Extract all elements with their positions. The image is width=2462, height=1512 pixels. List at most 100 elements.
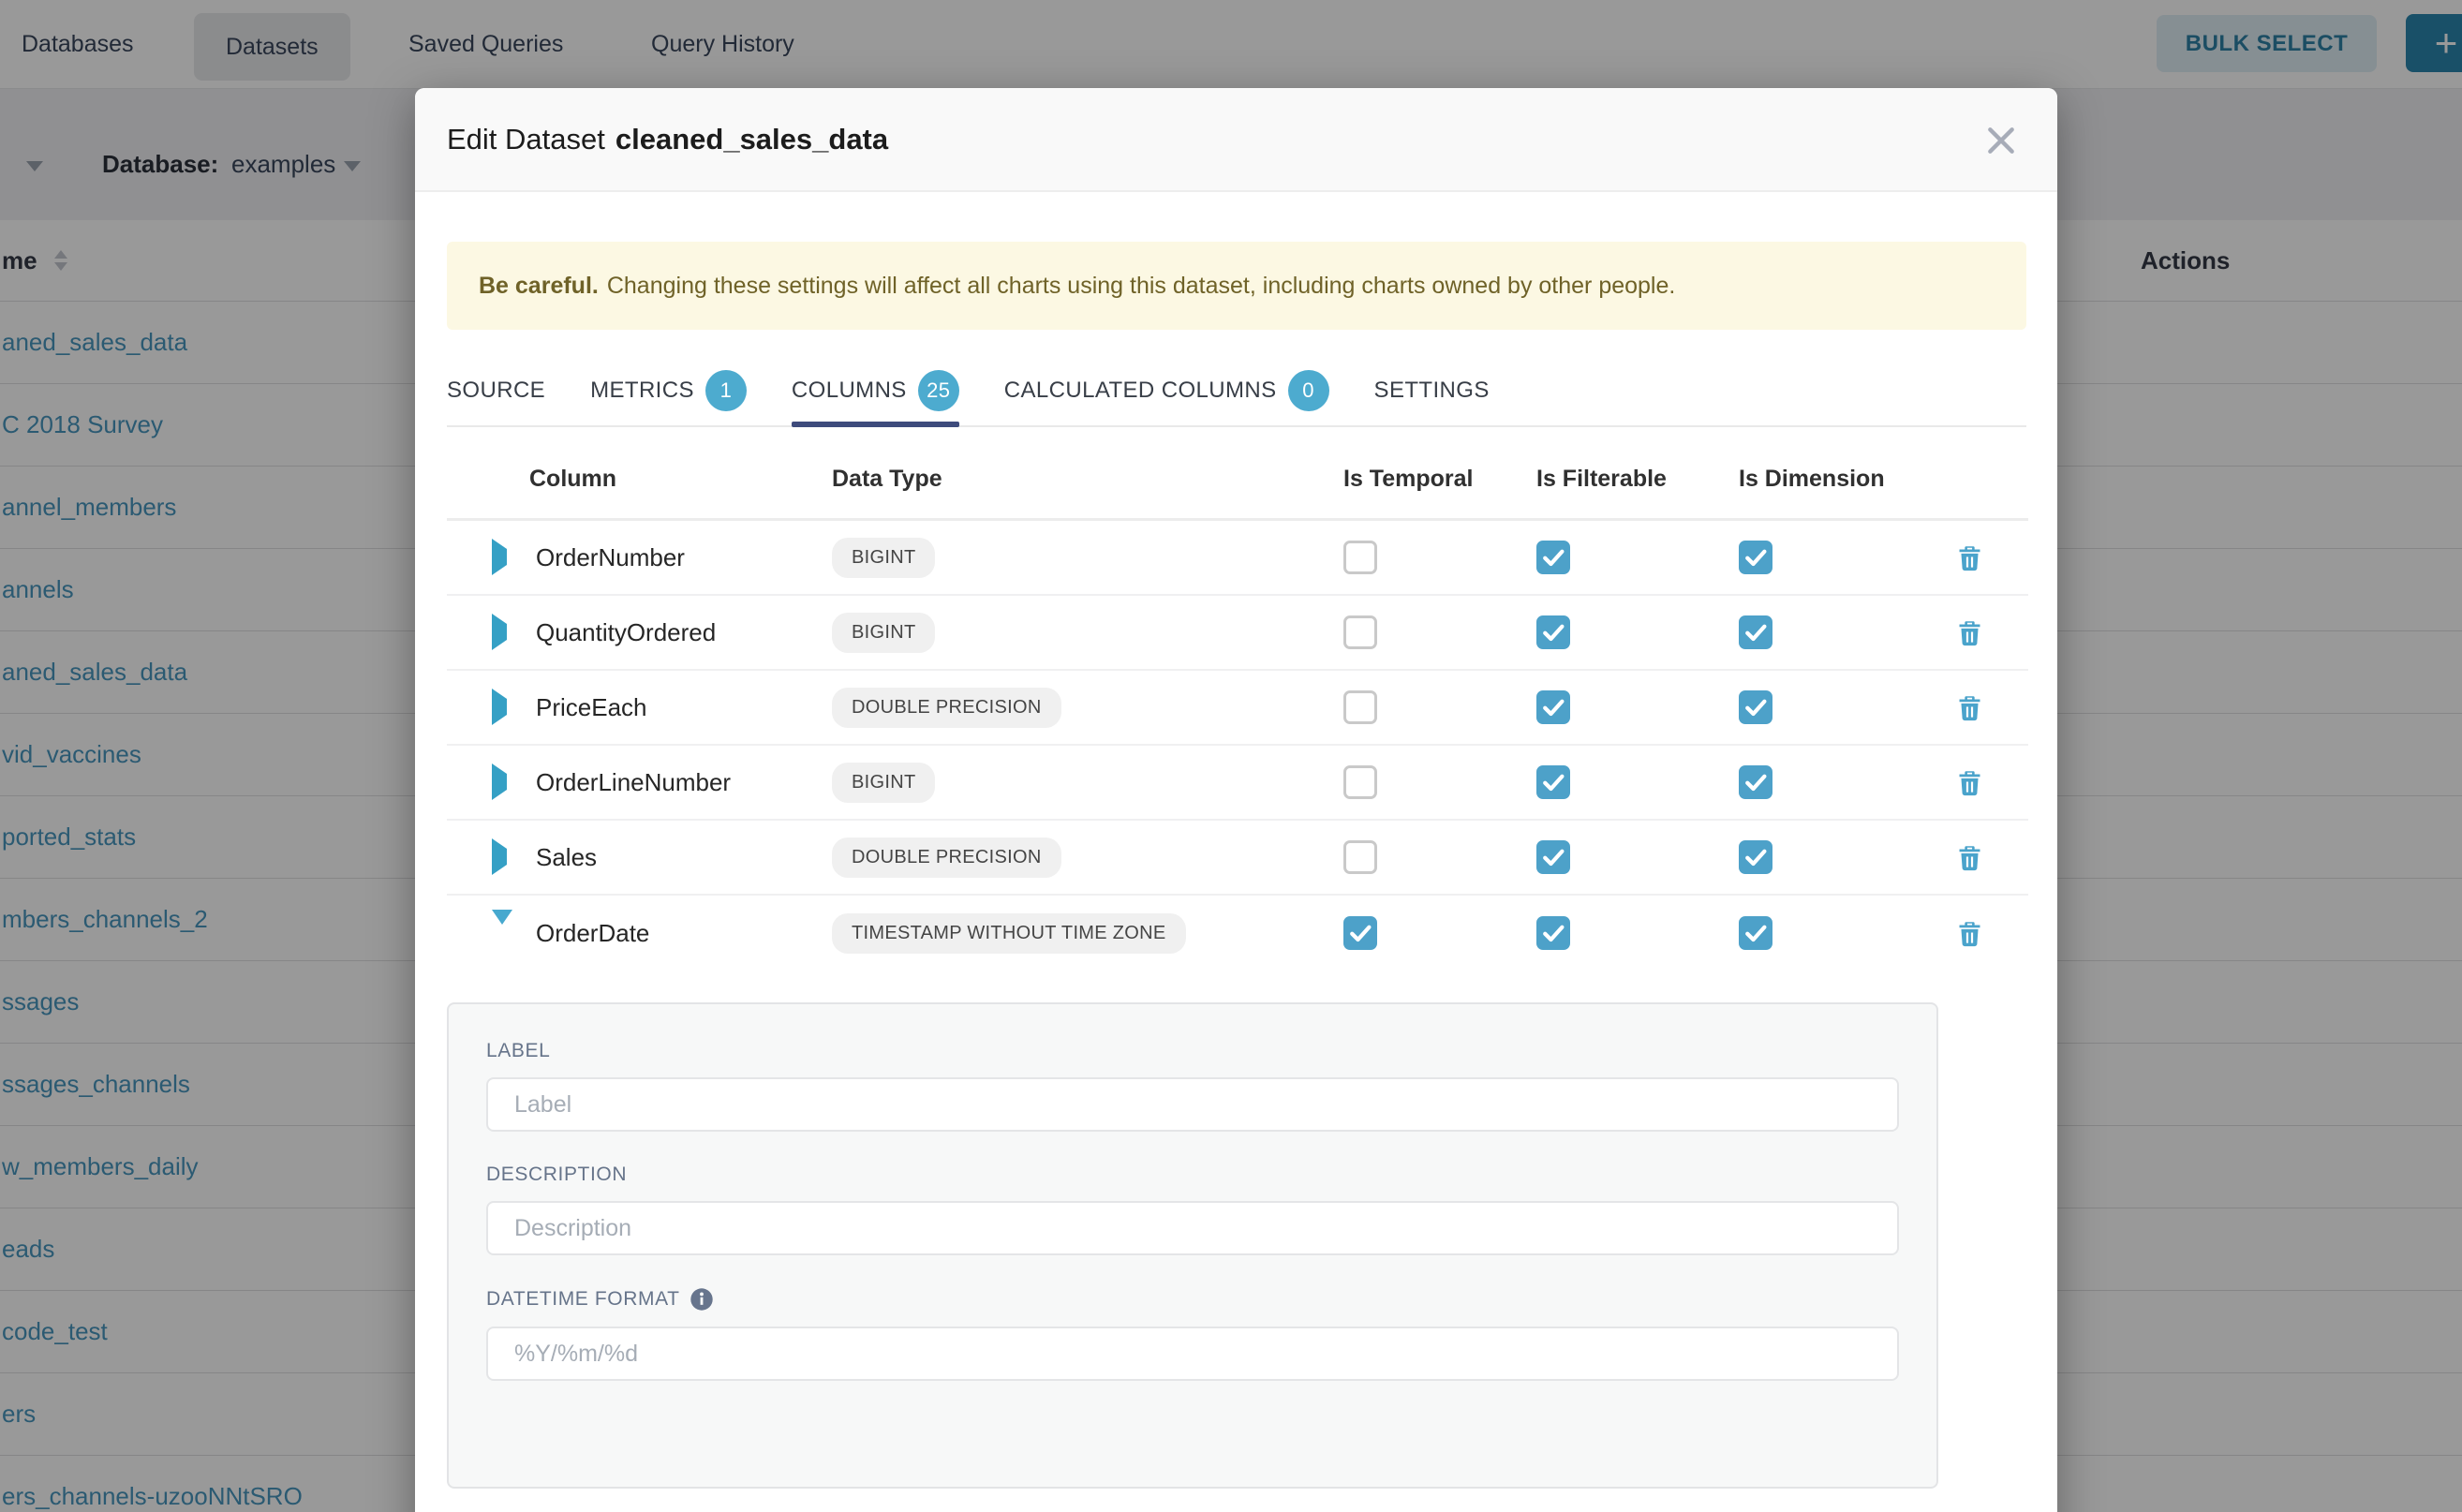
data-type-cell: BIGINT	[832, 763, 1343, 803]
modal-body: Be careful. Changing these settings will…	[415, 192, 2057, 1512]
tab-count-badge: 0	[1288, 370, 1329, 411]
is-filterable-checkbox[interactable]	[1536, 615, 1570, 649]
is-dimension-checkbox[interactable]	[1739, 840, 1772, 874]
is-dimension-checkbox[interactable]	[1739, 541, 1772, 574]
description-field-label: DESCRIPTION	[486, 1164, 1899, 1186]
delete-column-button[interactable]	[1911, 543, 2028, 572]
trash-icon	[1955, 543, 1984, 572]
tab-metrics[interactable]: METRICS1	[590, 356, 747, 425]
is-dimension-checkbox[interactable]	[1739, 690, 1772, 724]
label-input[interactable]	[486, 1077, 1899, 1132]
collapse-caret-icon[interactable]	[492, 910, 512, 941]
is-temporal-checkbox[interactable]	[1343, 765, 1377, 799]
is-temporal-checkbox-cell	[1343, 916, 1536, 950]
data-type-cell: BIGINT	[832, 538, 1343, 578]
warning-text: Changing these settings will affect all …	[607, 273, 1676, 300]
is-temporal-checkbox[interactable]	[1343, 690, 1377, 724]
is-temporal-checkbox[interactable]	[1343, 840, 1377, 874]
data-type-pill: DOUBLE PRECISION	[832, 838, 1061, 878]
data-type-pill: TIMESTAMP WITHOUT TIME ZONE	[832, 913, 1186, 954]
datetime-format-label-text: DATETIME FORMAT	[486, 1288, 680, 1311]
trash-icon	[1955, 768, 1984, 797]
warning-bold-text: Be careful.	[479, 273, 599, 300]
expand-cell	[447, 549, 525, 566]
tab-count-badge: 25	[918, 370, 959, 411]
tab-calculated-columns[interactable]: CALCULATED COLUMNS 0	[1004, 356, 1329, 425]
delete-column-button[interactable]	[1911, 843, 2028, 872]
expand-cell	[447, 774, 525, 791]
edit-dataset-modal: Edit Dataset cleaned_sales_data Be caref…	[415, 88, 2057, 1512]
is-dimension-checkbox-cell	[1739, 840, 1911, 874]
column-editor-panel: LABEL DESCRIPTION DATETIME FORMAT	[447, 1002, 1938, 1489]
description-field-label-text: DESCRIPTION	[486, 1164, 627, 1186]
data-type-cell: DOUBLE PRECISION	[832, 838, 1343, 878]
is-temporal-checkbox-cell	[1343, 840, 1536, 874]
tab-source[interactable]: SOURCE	[447, 356, 545, 425]
description-input[interactable]	[486, 1201, 1899, 1255]
columns-table-header: Column Data Type Is Temporal Is Filterab…	[447, 440, 2028, 521]
is-filterable-header: Is Filterable	[1536, 466, 1739, 493]
is-filterable-checkbox-cell	[1536, 541, 1739, 574]
is-temporal-checkbox-cell	[1343, 765, 1536, 799]
tab-settings[interactable]: SETTINGS	[1374, 356, 1490, 425]
tab-columns[interactable]: COLUMNS 25	[792, 356, 959, 425]
trash-icon	[1955, 693, 1984, 722]
expand-cell	[447, 624, 525, 641]
tab-label: CALCULATED COLUMNS	[1004, 378, 1277, 404]
is-filterable-checkbox-cell	[1536, 916, 1739, 950]
expand-caret-icon[interactable]	[492, 539, 507, 575]
column-name: OrderNumber	[525, 543, 832, 572]
close-button[interactable]	[1980, 120, 2022, 161]
delete-column-button[interactable]	[1911, 919, 2028, 948]
expand-caret-icon[interactable]	[492, 689, 507, 725]
column-row-orderdate: OrderDateTIMESTAMP WITHOUT TIME ZONE	[447, 896, 2028, 971]
column-row-ordernumber: OrderNumberBIGINT	[447, 521, 2028, 596]
label-field-label: LABEL	[486, 1040, 1899, 1062]
is-filterable-checkbox[interactable]	[1536, 916, 1570, 950]
is-dimension-checkbox-cell	[1739, 916, 1911, 950]
datetime-format-input[interactable]	[486, 1327, 1899, 1381]
datetime-format-field-label: DATETIME FORMAT	[486, 1287, 1899, 1312]
is-temporal-checkbox[interactable]	[1343, 916, 1377, 950]
column-row-priceeach: PriceEachDOUBLE PRECISION	[447, 671, 2028, 746]
data-type-pill: BIGINT	[832, 538, 935, 578]
is-filterable-checkbox[interactable]	[1536, 690, 1570, 724]
trash-icon	[1955, 843, 1984, 872]
data-type-header: Data Type	[832, 466, 1343, 493]
screen: DatabasesDatasetsSaved QueriesQuery Hist…	[0, 0, 2462, 1512]
modal-header: Edit Dataset cleaned_sales_data	[415, 88, 2057, 192]
is-dimension-checkbox[interactable]	[1739, 916, 1772, 950]
column-name: PriceEach	[525, 693, 832, 722]
modal-title-dataset-name: cleaned_sales_data	[616, 123, 888, 156]
column-row-sales: SalesDOUBLE PRECISION	[447, 821, 2028, 896]
data-type-cell: BIGINT	[832, 613, 1343, 653]
is-filterable-checkbox[interactable]	[1536, 765, 1570, 799]
is-temporal-checkbox[interactable]	[1343, 615, 1377, 649]
delete-column-button[interactable]	[1911, 618, 2028, 647]
is-temporal-header: Is Temporal	[1343, 466, 1536, 493]
is-temporal-checkbox-cell	[1343, 541, 1536, 574]
warning-banner: Be careful. Changing these settings will…	[447, 242, 2026, 330]
is-dimension-checkbox[interactable]	[1739, 765, 1772, 799]
delete-column-button[interactable]	[1911, 693, 2028, 722]
expand-cell	[447, 925, 525, 941]
column-name: QuantityOrdered	[525, 618, 832, 647]
modal-tabs: SOURCE METRICS1 COLUMNS 25 CALCULATED COLUMN…	[447, 356, 2026, 427]
expand-caret-icon[interactable]	[492, 614, 507, 650]
is-temporal-checkbox[interactable]	[1343, 541, 1377, 574]
is-temporal-checkbox-cell	[1343, 690, 1536, 724]
info-icon[interactable]	[690, 1287, 714, 1312]
is-temporal-checkbox-cell	[1343, 615, 1536, 649]
data-type-pill: BIGINT	[832, 613, 935, 653]
is-filterable-checkbox[interactable]	[1536, 541, 1570, 574]
is-filterable-checkbox[interactable]	[1536, 840, 1570, 874]
is-filterable-checkbox-cell	[1536, 840, 1739, 874]
expand-caret-icon[interactable]	[492, 763, 507, 800]
delete-column-button[interactable]	[1911, 768, 2028, 797]
data-type-pill: DOUBLE PRECISION	[832, 688, 1061, 728]
expand-caret-icon[interactable]	[492, 838, 507, 875]
is-dimension-checkbox[interactable]	[1739, 615, 1772, 649]
is-filterable-checkbox-cell	[1536, 765, 1739, 799]
column-row-orderlinenumber: OrderLineNumberBIGINT	[447, 746, 2028, 821]
tab-label: COLUMNS	[792, 378, 907, 404]
